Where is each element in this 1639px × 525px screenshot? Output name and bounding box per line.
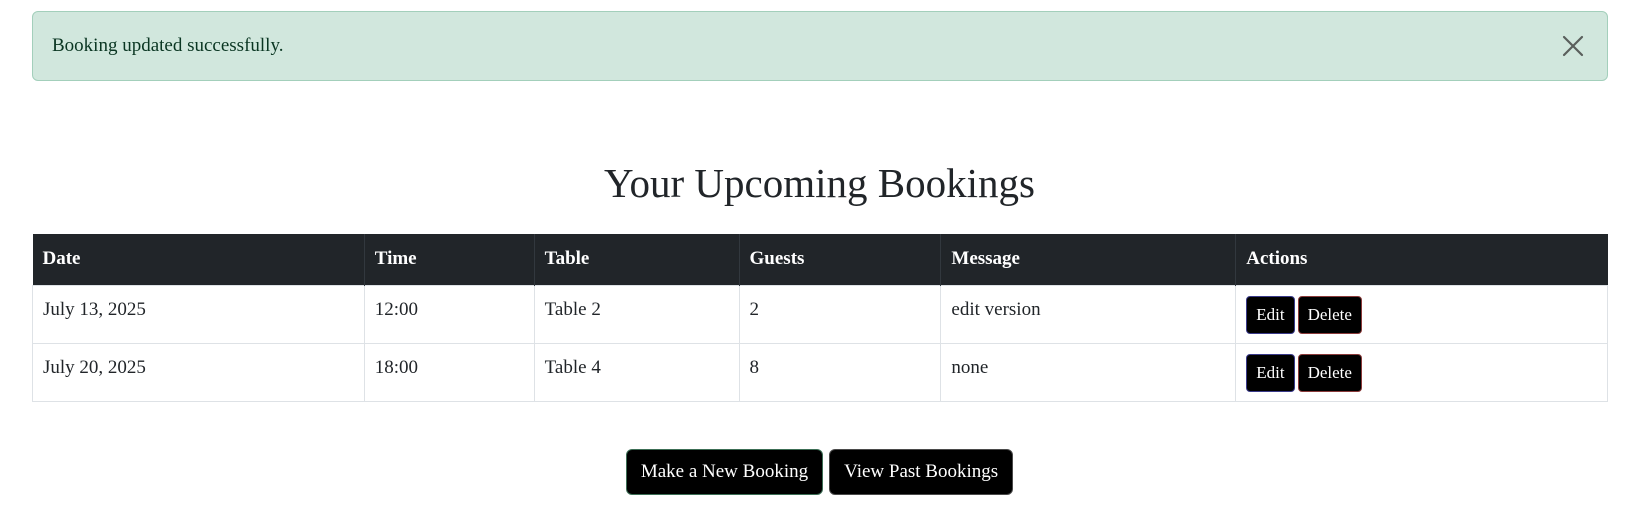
cell-actions: Edit Delete (1235, 284, 1608, 344)
success-alert: Booking updated successfully. (32, 11, 1608, 81)
bottom-actions: Make a New Booking View Past Bookings (0, 449, 1639, 495)
cell-message: none (940, 342, 1237, 402)
bookings-page: Booking updated successfully. Your Upcom… (0, 0, 1639, 525)
column-header-actions: Actions (1235, 234, 1608, 285)
column-header-guests: Guests (739, 234, 942, 285)
cell-table: Table 4 (533, 342, 740, 402)
cell-guests: 8 (738, 342, 942, 402)
edit-button[interactable]: Edit (1246, 295, 1295, 334)
column-header-table: Table (534, 234, 740, 285)
view-past-bookings-button[interactable]: View Past Bookings (829, 449, 1014, 495)
cell-date: July 13, 2025 (32, 284, 365, 344)
page-title: Your Upcoming Bookings (604, 160, 1035, 206)
table-body: July 13, 2025 12:00 Table 2 2 edit versi… (32, 284, 1608, 402)
bookings-table: Date Time Table Guests Message Actions J… (32, 234, 1608, 402)
column-header-time: Time (364, 234, 535, 285)
table-row: July 20, 2025 18:00 Table 4 8 none Edit D… (32, 342, 1608, 402)
table-row: July 13, 2025 12:00 Table 2 2 edit versi… (32, 284, 1608, 344)
make-new-booking-button[interactable]: Make a New Booking (625, 449, 824, 495)
cell-table: Table 2 (533, 284, 740, 344)
cell-actions: Edit Delete (1235, 342, 1608, 402)
column-header-date: Date (32, 234, 365, 285)
delete-button[interactable]: Delete (1297, 295, 1362, 334)
table-header: Date Time Table Guests Message Actions (32, 234, 1608, 285)
cell-date: July 20, 2025 (32, 342, 365, 402)
column-header-message: Message (940, 234, 1237, 285)
cell-message: edit version (940, 284, 1237, 344)
cell-time: 12:00 (363, 284, 535, 344)
cell-guests: 2 (738, 284, 942, 344)
edit-button[interactable]: Edit (1246, 353, 1295, 392)
delete-button[interactable]: Delete (1297, 353, 1362, 392)
table-header-row: Date Time Table Guests Message Actions (32, 234, 1608, 285)
alert-message: Booking updated successfully. (52, 35, 284, 56)
cell-time: 18:00 (363, 342, 535, 402)
close-icon[interactable] (1559, 32, 1587, 60)
